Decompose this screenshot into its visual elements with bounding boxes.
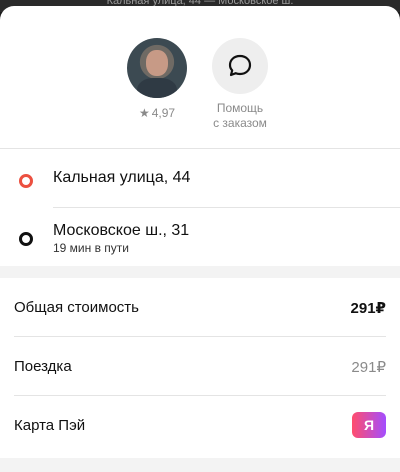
payment-method-row[interactable]: Карта Пэй Я <box>0 396 400 454</box>
yandex-pay-badge-icon: Я <box>352 412 386 438</box>
avatar-shirt <box>137 78 177 98</box>
trip-cost-value: 291₽ <box>351 359 386 376</box>
route-end-marker-icon <box>19 232 33 246</box>
driver-rating: ★ 4,97 <box>122 106 192 120</box>
order-help-label: Помощь с заказом <box>208 101 272 131</box>
driver-avatar[interactable] <box>127 38 187 98</box>
trip-cost-label: Поездка <box>14 358 72 375</box>
route-from[interactable]: Кальная улица, 44 <box>0 149 400 207</box>
chat-bubble-icon[interactable] <box>212 38 268 94</box>
order-help-label-line1: Помощь <box>216 101 264 115</box>
route-start-marker-icon <box>19 174 33 188</box>
driver-card[interactable]: ★ 4,97 <box>122 38 192 120</box>
route-to-address: Московское ш., 31 <box>53 222 190 239</box>
total-cost-value: 291₽ <box>350 300 386 317</box>
order-help-button[interactable]: Помощь с заказом <box>208 38 272 131</box>
trip-cost-row: Поездка 291₽ <box>0 337 400 395</box>
avatar-head <box>146 50 168 76</box>
star-icon: ★ <box>138 106 150 120</box>
order-help-label-line2: с заказом <box>213 116 267 130</box>
driver-rating-value: 4,97 <box>151 106 176 120</box>
payment-method-label: Карта Пэй <box>14 417 86 434</box>
route-to[interactable]: Московское ш., 31 19 мин в пути <box>0 208 400 266</box>
total-cost-row: Общая стоимость 291₽ <box>0 278 400 336</box>
order-details-sheet: ★ 4,97 Помощь с заказом Кальная улица, 44… <box>0 6 400 472</box>
section-separator <box>0 266 400 278</box>
total-cost-label: Общая стоимость <box>14 299 139 316</box>
route-duration: 19 мин в пути <box>53 241 130 255</box>
bottom-separator <box>0 458 400 472</box>
driver-support-row: ★ 4,97 Помощь с заказом <box>0 6 400 148</box>
route-from-address: Кальная улица, 44 <box>53 169 191 186</box>
chat-bubble-icon-svg <box>228 54 252 77</box>
